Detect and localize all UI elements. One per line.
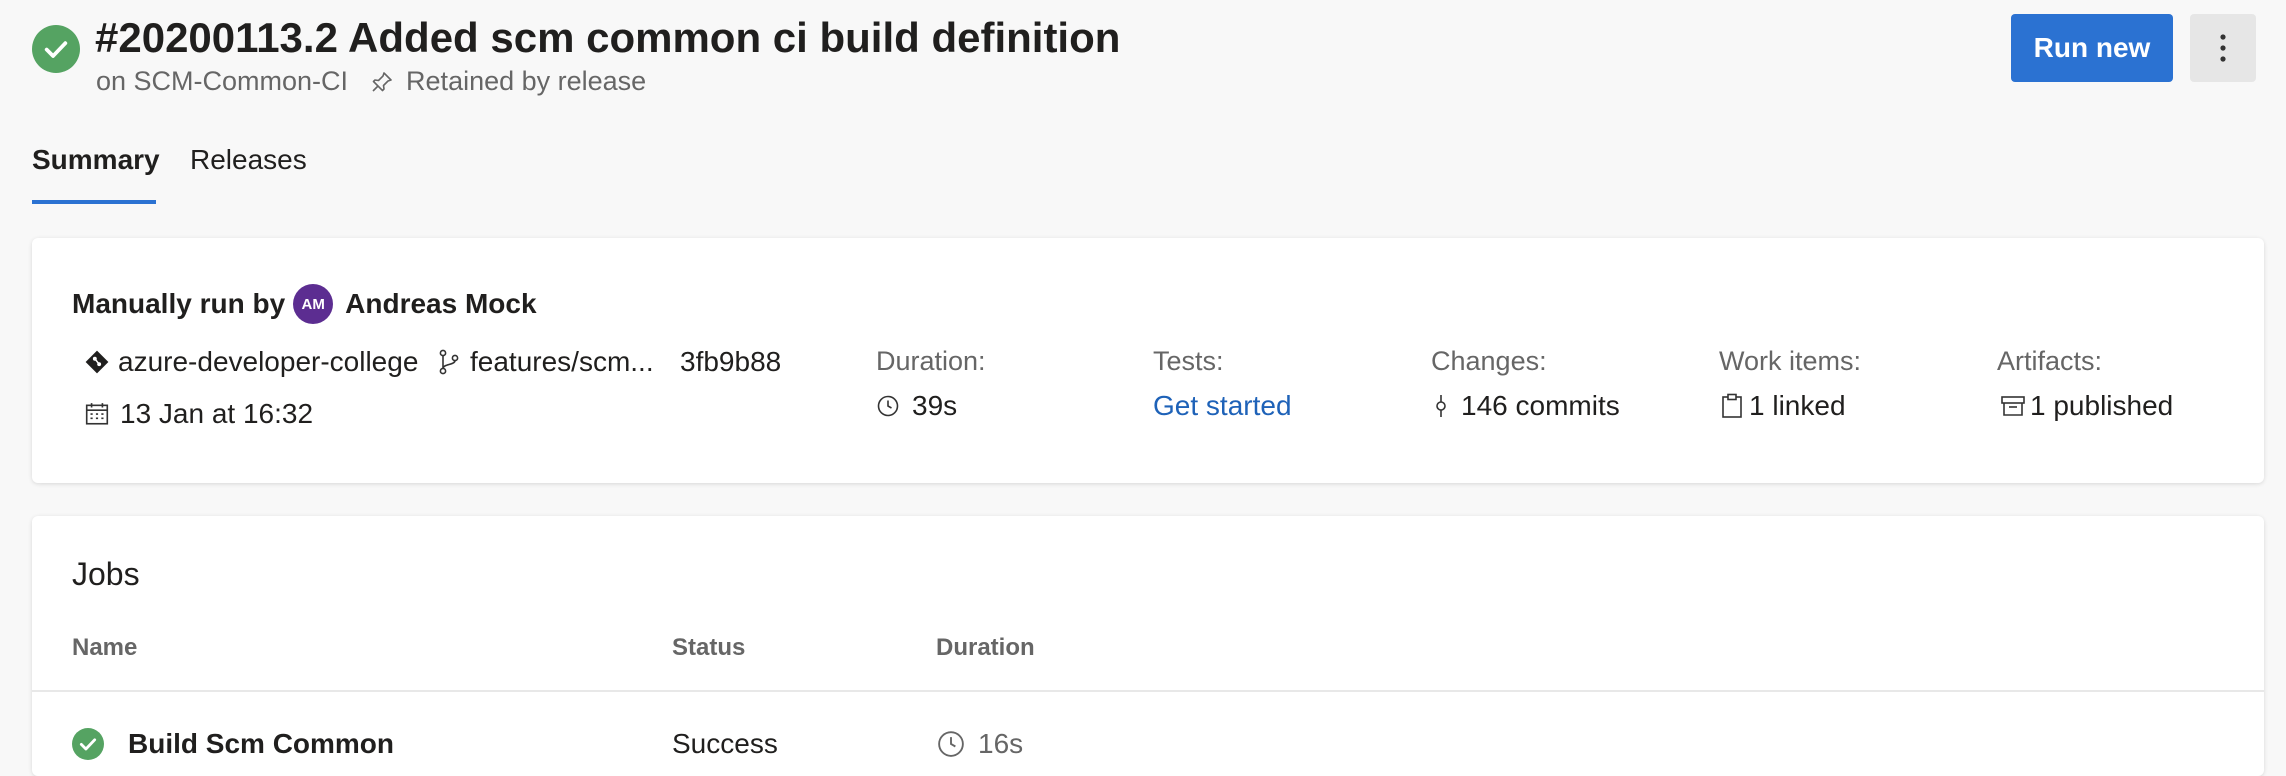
branch-icon [439, 349, 459, 375]
retention-label: Retained by release [406, 66, 647, 96]
duration-label: Duration: [876, 346, 986, 376]
run-by-prefix: Manually run by [72, 288, 286, 319]
artifacts-label: Artifacts: [1997, 346, 2103, 376]
tests-label: Tests: [1153, 346, 1224, 376]
run-date-value: 13 Jan at 16:32 [120, 398, 314, 429]
more-actions-button[interactable] [2190, 14, 2256, 82]
work-items-text: 1 linked [1749, 390, 1846, 421]
artifact-icon [2001, 396, 2025, 416]
branch-info[interactable]: features/scm... [438, 346, 654, 378]
table-row[interactable]: Build Scm Common Success 16s [32, 692, 2264, 776]
pin-icon [370, 70, 394, 94]
run-status-success-icon [32, 25, 80, 73]
clock-icon [938, 731, 964, 757]
job-name: Build Scm Common [128, 728, 395, 759]
summary-card: Manually run by AM Andreas Mock azure-de… [32, 238, 2264, 483]
selected-tab-indicator [32, 200, 156, 204]
job-success-icon [72, 728, 104, 760]
column-header-duration[interactable]: Duration [936, 634, 1035, 662]
calendar-icon [85, 403, 109, 425]
commit-id[interactable]: 3fb9b88 [680, 346, 781, 378]
job-duration-text: 16s [978, 728, 1024, 759]
changes-label: Changes: [1431, 346, 1547, 376]
repo-info[interactable]: azure-developer-college [84, 346, 418, 378]
more-vertical-icon [2220, 34, 2226, 62]
work-items-label: Work items: [1719, 346, 1862, 376]
jobs-title: Jobs [72, 556, 140, 592]
tab-releases[interactable]: Releases [190, 144, 307, 176]
column-header-name[interactable]: Name [72, 634, 137, 662]
changes-value[interactable]: 146 commits [1433, 390, 1620, 422]
job-status: Success [672, 728, 778, 759]
tab-summary[interactable]: Summary [32, 144, 160, 176]
artifacts-value[interactable]: 1 published [2000, 390, 2173, 422]
page-title: #20200113.2 Added scm common ci build de… [95, 14, 1121, 61]
clock-icon [877, 395, 899, 417]
repo-name: azure-developer-college [118, 346, 419, 377]
branch-name: features/scm... [470, 346, 654, 377]
commit-icon [1436, 395, 1446, 417]
changes-text: 146 commits [1461, 390, 1620, 421]
run-subtitle: on SCM-Common-CI Retained by release [96, 66, 646, 97]
avatar[interactable]: AM [293, 284, 334, 324]
tests-get-started-link[interactable]: Get started [1153, 390, 1292, 422]
user-name[interactable]: Andreas Mock [345, 288, 536, 320]
run-date: 13 Jan at 16:32 [84, 398, 313, 430]
pipeline-name[interactable]: on SCM-Common-CI [96, 66, 348, 97]
duration-value: 39s [876, 390, 957, 422]
run-by-label: Manually run by AM Andreas Mock [72, 284, 537, 324]
jobs-card: Jobs Name Status Duration Build Scm Comm… [32, 516, 2264, 776]
job-duration: 16s [936, 728, 1023, 760]
git-repo-icon [85, 350, 109, 374]
duration-text: 39s [912, 390, 958, 421]
column-header-status[interactable]: Status [672, 634, 745, 662]
clipboard-icon [1722, 393, 1742, 418]
work-items-value[interactable]: 1 linked [1721, 390, 1846, 422]
run-new-button[interactable]: Run new [2011, 14, 2173, 82]
artifacts-text: 1 published [2030, 390, 2174, 421]
